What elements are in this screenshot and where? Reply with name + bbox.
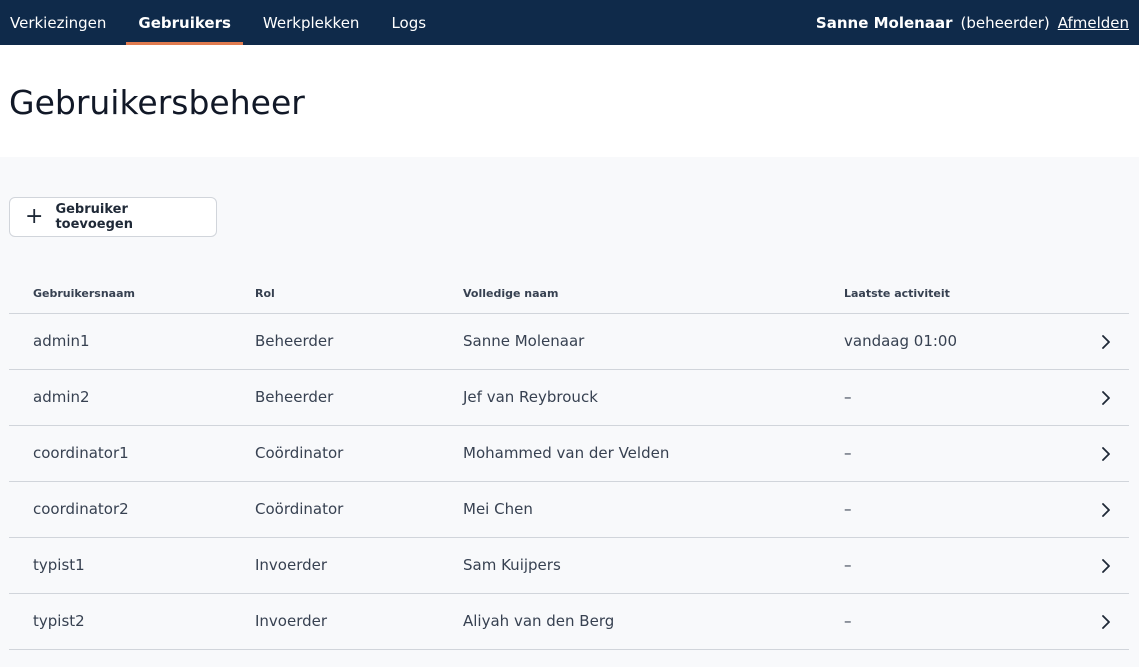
- users-table: Gebruikersnaam Rol Volledige naam Laatst…: [9, 275, 1129, 650]
- column-header-role: Rol: [231, 275, 439, 314]
- cell-last-activity: vandaag 01:00: [820, 313, 1069, 370]
- nav-item-verkiezingen[interactable]: Verkiezingen: [10, 0, 106, 45]
- row-open-cell[interactable]: [1069, 369, 1129, 426]
- cell-fullname: Mei Chen: [439, 481, 820, 538]
- cell-fullname: Sanne Molenaar: [439, 313, 820, 370]
- cell-last-activity: –: [820, 593, 1069, 650]
- cell-role: Invoerder: [231, 593, 439, 650]
- table-row[interactable]: coordinator1 Coördinator Mohammed van der …: [9, 425, 1129, 482]
- row-open-cell[interactable]: [1069, 313, 1129, 370]
- table-row[interactable]: admin1 Beheerder Sanne Molenaar vandaag 01:…: [9, 313, 1129, 370]
- cell-username: admin1: [9, 313, 231, 370]
- column-header-fullname: Volledige naam: [439, 275, 820, 314]
- add-user-label: Gebruiker toevoegen: [55, 202, 133, 232]
- main-content: + Gebruiker toevoegen Gebruikersnaam Rol…: [0, 157, 1139, 650]
- cell-username: typist1: [9, 537, 231, 594]
- cell-username: typist2: [9, 593, 231, 650]
- table-row[interactable]: admin2 Beheerder Jef van Reybrouck –: [9, 369, 1129, 426]
- main-nav: Verkiezingen Gebruikers Werkplekken Logs: [10, 0, 458, 45]
- chevron-right-icon[interactable]: [1101, 612, 1111, 630]
- nav-item-gebruikers[interactable]: Gebruikers: [126, 0, 243, 45]
- row-open-cell[interactable]: [1069, 537, 1129, 594]
- column-header-last-activity: Laatste activiteit: [820, 275, 1069, 314]
- cell-role: Coördinator: [231, 425, 439, 482]
- column-header-actions: [1069, 275, 1129, 314]
- cell-role: Beheerder: [231, 313, 439, 370]
- cell-last-activity: –: [820, 537, 1069, 594]
- plus-icon: +: [25, 204, 44, 229]
- chevron-right-icon[interactable]: [1101, 556, 1111, 574]
- row-open-cell[interactable]: [1069, 425, 1129, 482]
- table-row[interactable]: typist1 Invoerder Sam Kuijpers –: [9, 537, 1129, 594]
- cell-role: Beheerder: [231, 369, 439, 426]
- cell-fullname: Mohammed van der Velden: [439, 425, 820, 482]
- table-row[interactable]: coordinator2 Coördinator Mei Chen –: [9, 481, 1129, 538]
- cell-fullname: Aliyah van den Berg: [439, 593, 820, 650]
- cell-last-activity: –: [820, 481, 1069, 538]
- user-name: Sanne Molenaar: [815, 13, 953, 32]
- chevron-right-icon[interactable]: [1101, 444, 1111, 462]
- table-header-row: Gebruikersnaam Rol Volledige naam Laatst…: [9, 275, 1129, 314]
- row-open-cell[interactable]: [1069, 481, 1129, 538]
- row-open-cell[interactable]: [1069, 593, 1129, 650]
- table-row[interactable]: typist2 Invoerder Aliyah van den Berg –: [9, 593, 1129, 650]
- nav-item-werkplekken[interactable]: Werkplekken: [263, 0, 360, 45]
- cell-username: coordinator1: [9, 425, 231, 482]
- user-info: Sanne Molenaar (beheerder) Afmelden: [816, 0, 1129, 45]
- top-navigation-bar: Verkiezingen Gebruikers Werkplekken Logs…: [0, 0, 1139, 45]
- cell-username: admin2: [9, 369, 231, 426]
- cell-fullname: Sam Kuijpers: [439, 537, 820, 594]
- cell-last-activity: –: [820, 425, 1069, 482]
- cell-fullname: Jef van Reybrouck: [439, 369, 820, 426]
- cell-username: coordinator2: [9, 481, 231, 538]
- chevron-right-icon[interactable]: [1101, 500, 1111, 518]
- cell-last-activity: –: [820, 369, 1069, 426]
- chevron-right-icon[interactable]: [1101, 388, 1111, 406]
- page-title: Gebruikersbeheer: [9, 83, 305, 122]
- add-user-button[interactable]: + Gebruiker toevoegen: [9, 197, 217, 237]
- user-role: (beheerder): [960, 13, 1050, 32]
- chevron-right-icon[interactable]: [1101, 332, 1111, 350]
- cell-role: Coördinator: [231, 481, 439, 538]
- nav-item-logs[interactable]: Logs: [391, 0, 426, 45]
- cell-role: Invoerder: [231, 537, 439, 594]
- column-header-username: Gebruikersnaam: [9, 275, 231, 314]
- page-header: Gebruikersbeheer: [0, 45, 1139, 157]
- logout-link[interactable]: Afmelden: [1058, 14, 1129, 32]
